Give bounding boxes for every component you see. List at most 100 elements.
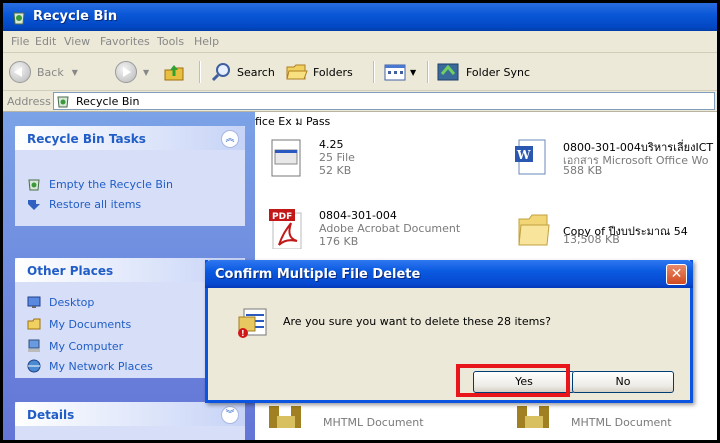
generic-file-icon — [271, 139, 301, 177]
menu-file[interactable]: File — [11, 35, 29, 48]
back-label: Back — [37, 65, 64, 79]
file-name: 0804-301-004 — [319, 209, 397, 222]
file-item[interactable]: MHTML Document — [517, 406, 717, 440]
mhtml-document-icon — [517, 406, 549, 428]
search-button[interactable]: Search — [211, 62, 275, 82]
folders-icon — [286, 64, 308, 80]
folder-icon — [518, 214, 550, 246]
menu-tools[interactable]: Tools — [157, 35, 184, 48]
file-item[interactable]: Copy of ปีงบประมาณ 54 13,508 KB — [517, 209, 717, 259]
chevron-down-icon: ▼ — [410, 67, 417, 77]
task-label: Empty the Recycle Bin — [49, 177, 173, 191]
forward-button[interactable]: ▼ — [115, 61, 150, 83]
my-network-places-link[interactable]: My Network Places — [27, 358, 153, 374]
delete-warning-icon: ! — [238, 308, 267, 338]
chevron-up-icon[interactable]: ︽ — [221, 130, 239, 148]
search-icon — [211, 63, 230, 82]
file-size: 13,508 KB — [563, 233, 620, 246]
desktop-link[interactable]: Desktop — [27, 294, 94, 310]
file-item[interactable]: MHTML Document — [269, 406, 469, 440]
menu-edit[interactable]: Edit — [35, 35, 56, 48]
my-documents-link[interactable]: My Documents — [27, 316, 131, 332]
recycle-bin-tasks-panel: Recycle Bin Tasks ︽ Empty the Recycle Bi… — [15, 126, 245, 226]
up-folder-button[interactable] — [163, 62, 185, 82]
place-label: My Computer — [49, 339, 124, 353]
menu-bar: File Edit View Favorites Tools Help — [3, 31, 717, 53]
file-type: MHTML Document — [571, 416, 672, 429]
file-type: Adobe Acrobat Document — [319, 222, 461, 235]
recycle-bin-icon — [28, 179, 40, 191]
place-label: Desktop — [49, 295, 95, 309]
svg-text:W: W — [516, 148, 531, 162]
panel-header[interactable]: Details ︾ — [15, 402, 245, 426]
svg-text:PDF: PDF — [272, 212, 292, 222]
chevron-down-icon[interactable]: ︾ — [221, 406, 239, 424]
address-label: Address — [7, 95, 51, 108]
no-button[interactable]: No — [572, 371, 674, 393]
panel-title: Details — [27, 408, 75, 422]
file-size: 588 KB — [563, 164, 603, 177]
network-places-icon — [27, 359, 41, 373]
toolbar-separator — [427, 61, 429, 83]
address-input[interactable]: Recycle Bin — [53, 92, 715, 110]
file-name-partial: ม Pass — [295, 115, 331, 128]
folders-label: Folders — [313, 65, 353, 79]
title-bar[interactable]: Recycle Bin — [3, 3, 717, 31]
word-document-icon: W — [515, 139, 546, 175]
place-label: My Documents — [49, 317, 132, 331]
yes-button-highlight — [456, 364, 570, 397]
confirm-delete-dialog: Confirm Multiple File Delete ✕ ! Are you… — [205, 260, 693, 403]
file-type-partial: fice Ex — [255, 115, 292, 128]
file-item[interactable]: W 0800-301-004บริหารเลี่ยงICT เอกสาร Mic… — [513, 138, 717, 188]
views-icon — [384, 64, 406, 81]
my-documents-icon — [27, 318, 41, 330]
details-panel: Details ︾ — [15, 402, 245, 440]
file-type: 25 File — [319, 151, 355, 164]
recycle-bin-icon — [13, 12, 25, 25]
file-size: 176 KB — [319, 235, 359, 248]
menu-view[interactable]: View — [64, 35, 90, 48]
views-button[interactable]: ▼ — [383, 62, 416, 82]
my-computer-link[interactable]: My Computer — [27, 338, 123, 354]
file-type: MHTML Document — [323, 416, 424, 429]
dialog-message: Are you sure you want to delete these 28… — [283, 315, 551, 328]
toolbar-separator — [373, 61, 375, 83]
svg-text:!: ! — [241, 329, 245, 338]
folder-sync-button[interactable]: Folder Sync — [436, 62, 530, 82]
forward-arrow-icon — [115, 61, 137, 83]
window-title: Recycle Bin — [33, 9, 118, 24]
restore-icon — [28, 200, 40, 210]
dialog-title: Confirm Multiple File Delete — [215, 267, 421, 282]
mhtml-document-icon — [269, 406, 301, 428]
panel-title: Recycle Bin Tasks — [27, 132, 146, 146]
menu-favorites[interactable]: Favorites — [100, 35, 150, 48]
address-bar: Address Recycle Bin — [3, 91, 717, 112]
dialog-title-bar[interactable]: Confirm Multiple File Delete ✕ — [205, 260, 693, 288]
file-item[interactable]: 4.25 25 File 52 KB — [269, 138, 489, 188]
menu-help[interactable]: Help — [194, 35, 219, 48]
panel-header[interactable]: Recycle Bin Tasks ︽ — [15, 126, 245, 150]
file-item[interactable]: PDF 0804-301-004 Adobe Acrobat Document … — [269, 209, 499, 259]
empty-recycle-bin-link[interactable]: Empty the Recycle Bin — [27, 176, 173, 192]
folder-sync-label: Folder Sync — [466, 65, 531, 79]
chevron-down-icon: ▼ — [143, 67, 150, 77]
back-button[interactable]: Back ▼ — [9, 61, 78, 83]
file-name: 4.25 — [319, 138, 344, 151]
up-folder-icon — [164, 65, 184, 81]
desktop-icon — [27, 296, 41, 308]
file-size: 52 KB — [319, 164, 352, 177]
place-label: My Network Places — [49, 359, 153, 373]
task-label: Restore all items — [49, 197, 142, 211]
pdf-document-icon: PDF — [269, 209, 302, 249]
restore-all-items-link[interactable]: Restore all items — [27, 196, 141, 212]
folder-sync-icon — [437, 63, 459, 81]
toolbar-separator — [199, 61, 201, 83]
close-icon[interactable]: ✕ — [666, 264, 687, 285]
toolbar: Back ▼ ▼ Search Folders ▼ Folder Sync — [3, 53, 717, 91]
back-arrow-icon — [9, 61, 31, 83]
chevron-down-icon: ▼ — [71, 67, 78, 77]
panel-title: Other Places — [27, 264, 114, 278]
my-computer-icon — [28, 339, 40, 352]
search-label: Search — [237, 65, 275, 79]
folders-button[interactable]: Folders — [285, 62, 353, 82]
